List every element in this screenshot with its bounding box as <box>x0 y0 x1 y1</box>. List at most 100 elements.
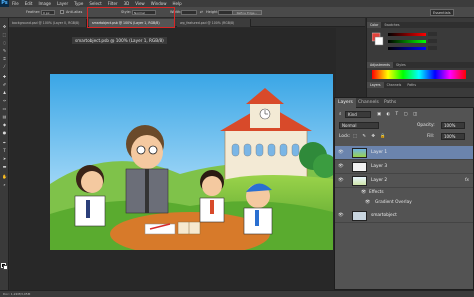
history-brush-tool-icon[interactable]: ✑ <box>2 98 7 103</box>
gradient-overlay-label: Gradient Overlay <box>375 200 412 205</box>
tab-channels-mini[interactable]: Channels <box>384 82 405 88</box>
menu-view[interactable]: View <box>132 1 148 6</box>
menu-layer[interactable]: Layer <box>54 1 71 6</box>
antialias-label: Anti-alias <box>66 10 83 14</box>
document-canvas[interactable] <box>50 74 333 250</box>
menu-help[interactable]: Help <box>169 1 184 6</box>
blend-row: Normal Opacity: 100% <box>335 120 474 131</box>
visibility-eye-icon[interactable]: 👁 <box>338 150 344 155</box>
layer-row-layer-3[interactable]: 👁 Layer 3 <box>335 160 473 174</box>
secondary-layers-tabs: Layers Channels Paths <box>367 82 474 88</box>
layer-thumbnail <box>352 162 367 172</box>
tab-swatches[interactable]: Swatches <box>381 22 402 28</box>
healing-tool-icon[interactable]: ✚ <box>2 74 7 79</box>
shape-tool-icon[interactable]: ▬ <box>2 164 7 169</box>
menu-file[interactable]: File <box>9 1 22 6</box>
feather-label: Feather: <box>26 10 41 14</box>
swap-icon[interactable]: ⇄ <box>200 10 203 14</box>
tab-adjustments[interactable]: Adjustments <box>367 62 393 68</box>
visibility-eye-icon[interactable]: 👁 <box>338 213 344 218</box>
pen-tool-icon[interactable]: ✒ <box>2 140 7 145</box>
photoshop-logo: Ps <box>0 0 9 7</box>
color-panel-tabs: Color Swatches <box>367 22 474 28</box>
opacity-label: Opacity: <box>417 123 435 128</box>
layer-filter-row: ⌕ Kind ▣ ◐ T ▢ ◫ <box>335 109 474 120</box>
menu-type[interactable]: Type <box>71 1 86 6</box>
fx-icon[interactable]: fx <box>465 174 469 188</box>
tab-channels[interactable]: Channels <box>355 98 382 108</box>
status-bar: Doc: 1,22M/3,05M <box>0 290 474 297</box>
search-icon: ⌕ <box>339 112 342 117</box>
visibility-eye-icon[interactable]: 👁 <box>338 178 344 183</box>
lock-label: Lock: <box>339 134 351 139</box>
menu-3d[interactable]: 3D <box>121 1 133 6</box>
fill-label: Fill: <box>427 134 435 139</box>
layers-panel-tabs: Layers Channels Paths <box>335 98 474 108</box>
fill-input[interactable]: 100% <box>441 133 465 140</box>
brush-tool-icon[interactable]: ✐ <box>2 82 7 87</box>
menu-edit[interactable]: Edit <box>22 1 36 6</box>
opacity-input[interactable]: 100% <box>441 122 465 129</box>
gradient-tool-icon[interactable]: ▤ <box>2 114 7 119</box>
hand-tool-icon[interactable]: ✋ <box>2 174 7 179</box>
workspace-switcher[interactable]: Essentials <box>430 9 454 16</box>
color-spectrum-bar[interactable] <box>372 70 466 79</box>
floating-document-title[interactable]: smartobject.psb @ 100% (Layer 1, RGB/8) <box>72 37 167 44</box>
layer-row-layer-2[interactable]: 👁 Layer 2 fx <box>335 174 473 188</box>
menu-image[interactable]: Image <box>35 1 54 6</box>
active-tab-highlight <box>87 7 175 28</box>
color-sliders[interactable] <box>372 31 438 53</box>
tab-color[interactable]: Color <box>367 22 382 28</box>
background-color-swatch[interactable] <box>3 265 8 270</box>
layer-name: Layer 2 <box>371 178 388 183</box>
antialias-checkbox[interactable] <box>60 10 64 14</box>
feather-input[interactable]: 0 px <box>41 10 55 15</box>
options-bar: Feather: 0 px Anti-alias Style: Normal W… <box>0 7 474 18</box>
eraser-tool-icon[interactable]: ▭ <box>2 106 7 111</box>
refine-edge-button[interactable]: Refine Edge... <box>232 10 262 15</box>
zoom-tool-icon[interactable]: ⌕ <box>2 182 7 187</box>
tab-background-psd[interactable]: background.psd @ 100% (Layer 0, RGB/8) <box>9 19 87 27</box>
tools-panel: ✥ ⬚ ◌ ✎ ⌗ ⁄ ✚ ✐ ♟ ✑ ▭ ▤ ◆ ● ✒ T ➤ ▬ ✋ ⌕ <box>0 18 9 290</box>
menu-filter[interactable]: Filter <box>105 1 121 6</box>
cartoon-illustration <box>50 74 333 250</box>
type-tool-icon[interactable]: T <box>2 148 7 153</box>
layers-panel: Layers Channels Paths ⌕ Kind ▣ ◐ T ▢ ◫ N… <box>334 97 474 290</box>
layer-row-smartobject[interactable]: 👁 smartobject <box>335 209 473 223</box>
tab-styles[interactable]: Styles <box>393 62 409 68</box>
layer-row-layer-1[interactable]: 👁 Layer 1 <box>335 146 473 160</box>
lock-icons[interactable]: ⬚ ✎ ✥ 🔒 <box>353 131 388 142</box>
lasso-tool-icon[interactable]: ◌ <box>2 40 7 45</box>
tab-layers-mini[interactable]: Layers <box>367 82 384 88</box>
visibility-eye-icon[interactable]: 👁 <box>338 164 344 169</box>
document-tab-bar: background.psd @ 100% (Layer 0, RGB/8) s… <box>9 18 365 27</box>
blend-mode-select[interactable]: Normal <box>339 122 379 129</box>
tab-layers[interactable]: Layers <box>335 98 356 108</box>
tab-wp-featured-psd[interactable]: wp_featured.psd @ 100% (RGB/8) <box>177 19 251 27</box>
marquee-tool-icon[interactable]: ⬚ <box>2 32 7 37</box>
layer-name: Layer 1 <box>371 150 388 155</box>
layer-thumbnail <box>352 176 367 186</box>
menu-select[interactable]: Select <box>86 1 104 6</box>
layer-thumbnail <box>352 211 367 221</box>
layer-name: Layer 3 <box>371 164 388 169</box>
menu-window[interactable]: Window <box>148 1 170 6</box>
tab-paths[interactable]: Paths <box>381 98 399 108</box>
lock-row: Lock: ⬚ ✎ ✥ 🔒 Fill: 100% <box>335 131 474 142</box>
filter-type-icons[interactable]: ▣ ◐ T ▢ ◫ <box>377 109 419 120</box>
tab-paths-mini[interactable]: Paths <box>404 82 419 88</box>
gradient-overlay-row[interactable]: 👁 Gradient Overlay <box>335 197 474 208</box>
dodge-tool-icon[interactable]: ● <box>2 130 7 135</box>
effect-eye-icon[interactable]: 👁 <box>365 197 370 208</box>
move-tool-icon[interactable]: ✥ <box>2 24 7 29</box>
crop-tool-icon[interactable]: ⌗ <box>2 56 7 61</box>
path-select-tool-icon[interactable]: ➤ <box>2 156 7 161</box>
stamp-tool-icon[interactable]: ♟ <box>2 90 7 95</box>
quick-select-tool-icon[interactable]: ✎ <box>2 48 7 53</box>
blur-tool-icon[interactable]: ◆ <box>2 122 7 127</box>
eyedropper-tool-icon[interactable]: ⁄ <box>2 64 7 69</box>
layer-name: smartobject <box>371 213 397 218</box>
width-input[interactable] <box>181 10 197 15</box>
adjustments-panel-tabs: Adjustments Styles <box>367 62 474 68</box>
kind-filter-select[interactable]: Kind <box>345 111 371 118</box>
